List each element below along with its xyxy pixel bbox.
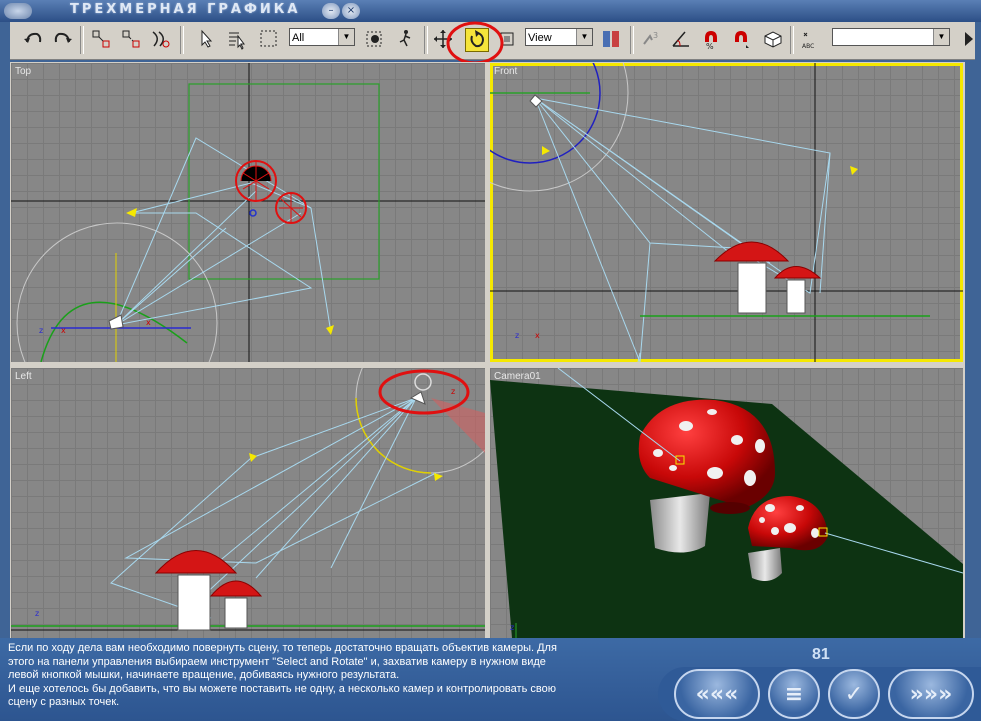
svg-text:x: x: [61, 326, 66, 335]
app-logo-icon: [4, 3, 32, 19]
redo-icon[interactable]: [52, 28, 74, 50]
selection-filter-dropdown[interactable]: All ▼: [289, 28, 355, 46]
rotate-tool-highlight: [446, 21, 504, 65]
viewport-camera01[interactable]: Camera01 z: [490, 368, 963, 638]
toolbar-separator: [790, 26, 794, 54]
svg-text:ABC: ABC: [802, 43, 814, 50]
lesson-line: этого на панели управления выбираем инст…: [8, 655, 546, 668]
toolbar-separator: [630, 26, 634, 54]
toolbar-scroll-right-icon[interactable]: [958, 28, 973, 50]
page-number: 81: [812, 646, 830, 663]
window-crossing-icon[interactable]: [364, 28, 386, 50]
edit-named-icon[interactable]: [762, 28, 784, 50]
toolbar-separator: [424, 26, 428, 54]
camera-scene-render: z: [490, 368, 963, 638]
viewport-top[interactable]: Top z x x: [11, 63, 485, 362]
named-selection-dropdown[interactable]: ▼: [832, 28, 950, 46]
svg-text:z: z: [510, 623, 514, 632]
chevron-down-icon[interactable]: ▼: [933, 29, 949, 45]
lesson-line: сцену с разных точек.: [8, 696, 120, 708]
svg-text:%: %: [706, 42, 714, 50]
svg-text:z: z: [515, 331, 519, 340]
next-page-button[interactable]: »»»: [888, 669, 974, 719]
svg-text:3: 3: [653, 31, 658, 40]
viewport-area: Top z x x Front z x Left z z Camera01 z: [10, 62, 965, 638]
toolbar-separator: [80, 26, 84, 54]
selection-filter-value: All: [292, 32, 305, 44]
unlink-icon[interactable]: [120, 28, 142, 50]
percent-snap-icon[interactable]: %: [700, 28, 722, 51]
chevron-down-icon[interactable]: ▼: [576, 29, 592, 45]
top-scene-drawing: z x x: [11, 63, 485, 362]
link-icon[interactable]: [90, 28, 112, 50]
viewport-front[interactable]: Front z x: [490, 63, 963, 362]
select-icon[interactable]: [196, 28, 218, 50]
minimize-icon[interactable]: –: [322, 3, 340, 19]
lesson-line: Если по ходу дела вам необходимо поверну…: [8, 642, 557, 654]
svg-text:z: z: [39, 326, 43, 335]
camera-highlight: [378, 369, 470, 415]
chevron-down-icon[interactable]: ▼: [338, 29, 354, 45]
toolbar-separator: [180, 26, 184, 54]
title-bar: ТРЕХМЕРНАЯ ГРАФИКА – ×: [0, 0, 981, 22]
contents-button[interactable]: ≡: [768, 669, 820, 719]
rect-region-icon[interactable]: [258, 28, 280, 50]
lesson-text: Если по ходу дела вам необходимо поверну…: [8, 642, 658, 710]
bind-space-warp-icon[interactable]: [150, 28, 172, 50]
window-title: ТРЕХМЕРНАЯ ГРАФИКА: [70, 2, 301, 17]
svg-text:z: z: [35, 609, 39, 618]
spinner-snap-icon[interactable]: [730, 28, 752, 50]
reference-coord-dropdown[interactable]: View ▼: [525, 28, 593, 46]
select-object-figure-icon[interactable]: [394, 28, 416, 50]
pivot-icon[interactable]: [600, 28, 622, 50]
angle-snap-icon[interactable]: [670, 28, 692, 50]
svg-text:x: x: [146, 318, 151, 327]
spelling-icon[interactable]: ABC: [800, 28, 822, 50]
snap-icon[interactable]: 3: [640, 28, 662, 50]
front-scene-drawing: z x: [490, 63, 963, 362]
check-button[interactable]: ✓: [828, 669, 880, 719]
lesson-line: левой кнопкой мышки, начинаете вращение,…: [8, 669, 400, 681]
close-icon[interactable]: ×: [342, 3, 360, 19]
prev-page-button[interactable]: «««: [674, 669, 760, 719]
lesson-line: И еще хотелось бы добавить, что вы может…: [8, 682, 556, 695]
select-by-name-icon[interactable]: [226, 28, 248, 50]
svg-text:x: x: [535, 331, 540, 340]
undo-icon[interactable]: [22, 28, 44, 50]
reference-coord-value: View: [528, 32, 552, 44]
